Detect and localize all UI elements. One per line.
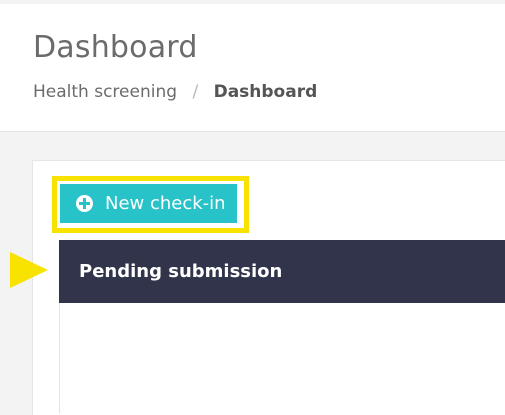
panel-title: Pending submission	[79, 261, 283, 282]
breadcrumb-item-dashboard: Dashboard	[213, 82, 318, 102]
pending-submission-panel-header: Pending submission	[59, 240, 505, 303]
new-checkin-button[interactable]: New check-in	[60, 184, 237, 223]
page-title: Dashboard	[33, 30, 198, 65]
pending-submission-panel-body	[59, 303, 505, 414]
new-checkin-label: New check-in	[105, 193, 226, 214]
plus-circle-icon	[76, 195, 93, 212]
breadcrumb-separator: /	[192, 82, 199, 102]
page-header: Dashboard Health screening / Dashboard	[0, 4, 505, 132]
breadcrumb: Health screening / Dashboard	[33, 82, 317, 102]
arrow-indicator-icon	[10, 252, 48, 288]
breadcrumb-item-health-screening[interactable]: Health screening	[33, 82, 177, 102]
